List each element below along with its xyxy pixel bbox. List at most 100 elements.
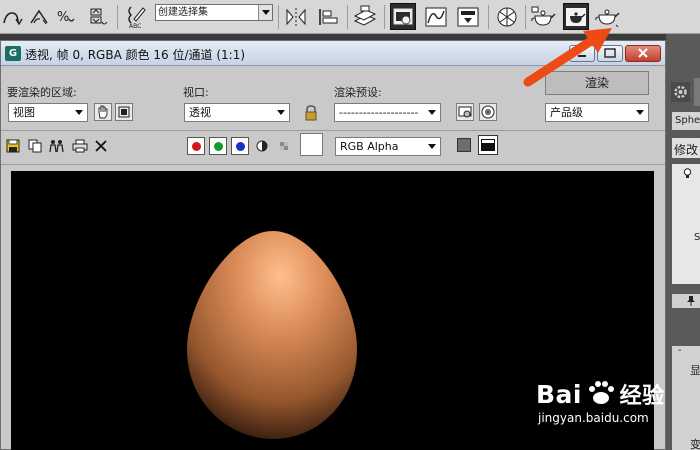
paw-icon	[588, 381, 614, 404]
baidu-watermark: Bai 经验 jingyan.baidu.com	[536, 378, 665, 425]
stack-item-letter: S	[694, 232, 700, 243]
alpha-channel-toggle[interactable]	[255, 139, 269, 153]
gear-icon	[674, 85, 687, 99]
material-editor-icon[interactable]	[494, 3, 520, 30]
red-dot-icon	[192, 142, 201, 151]
toolbar-separator	[347, 5, 348, 29]
command-panel: Sphe 修改 S - 显 变	[666, 34, 700, 450]
window-icon	[481, 139, 495, 151]
viewport-dropdown[interactable]: 透视	[184, 103, 290, 122]
hand-icon	[98, 105, 108, 119]
toolbar-separator	[117, 5, 118, 29]
toolbar-separator	[488, 5, 489, 29]
schematic-view-icon[interactable]	[455, 3, 481, 30]
chevron-down-icon	[428, 144, 436, 149]
lightbulb-icon	[683, 168, 692, 178]
display-channel-value: RGB Alpha	[340, 140, 399, 153]
print-image-button[interactable]	[72, 139, 88, 153]
mirror-icon[interactable]	[283, 3, 309, 30]
green-dot-icon	[214, 142, 223, 151]
modifier-list-label: 修改	[674, 143, 699, 157]
render-preset-value: --------------------	[339, 106, 419, 119]
svg-text:%: %	[57, 10, 69, 25]
viewport-value: 透视	[189, 106, 211, 119]
red-channel-toggle[interactable]	[187, 137, 205, 155]
area-to-render-value: 视图	[13, 106, 35, 119]
chevron-down-icon	[636, 110, 644, 115]
snap-icon[interactable]	[0, 3, 26, 30]
save-image-button[interactable]	[6, 139, 20, 153]
environment-icon	[481, 105, 495, 119]
auto-region-button[interactable]	[115, 103, 133, 121]
svg-text:ABC: ABC	[129, 23, 141, 29]
render-level-dropdown[interactable]: 产品级	[545, 103, 649, 122]
watermark-brand-cn: 经验	[619, 384, 665, 409]
divider	[1, 130, 665, 131]
copy-icon	[28, 139, 42, 153]
chevron-down-icon[interactable]	[258, 5, 272, 20]
copy-image-button[interactable]	[28, 139, 42, 153]
close-button[interactable]	[625, 45, 661, 62]
display-channel-dropdown[interactable]: RGB Alpha	[335, 137, 441, 156]
chevron-down-icon	[277, 110, 285, 115]
clear-image-button[interactable]	[94, 139, 108, 153]
area-to-render-dropdown[interactable]: 视图	[8, 103, 88, 122]
color-swatch[interactable]	[300, 133, 323, 156]
half-circle-icon	[256, 140, 268, 152]
window-title: 透视, 帧 0, RGBA 颜色 16 位/通道 (1:1)	[25, 48, 246, 62]
pin-stack-button[interactable]	[672, 294, 700, 308]
rollout-collapse-sign[interactable]: -	[678, 345, 682, 356]
spinner-snap-icon[interactable]	[85, 3, 111, 30]
toggle-ui-button[interactable]	[478, 135, 498, 155]
green-channel-toggle[interactable]	[209, 137, 227, 155]
divider	[1, 164, 665, 165]
edit-region-button[interactable]	[94, 103, 112, 121]
pin-icon	[687, 296, 695, 306]
monochrome-toggle[interactable]	[277, 139, 291, 153]
people-icon	[49, 140, 64, 153]
chevron-down-icon	[75, 110, 83, 115]
percent-snap-icon[interactable]: %	[53, 3, 79, 30]
rollout-label-transform: 变	[690, 438, 700, 450]
modifier-stack[interactable]: S	[672, 164, 700, 284]
environment-effects-button[interactable]	[479, 103, 497, 121]
printer-icon	[72, 139, 88, 153]
render-setup-icon	[458, 106, 472, 118]
modifier-list[interactable]: 修改	[672, 138, 700, 158]
render-preset-label: 渲染预设:	[334, 86, 382, 99]
angle-snap-icon[interactable]	[26, 3, 52, 30]
area-to-render-label: 要渲染的区域:	[7, 86, 77, 99]
toggle-ui-overlay-button[interactable]	[457, 138, 471, 152]
blue-channel-toggle[interactable]	[231, 137, 249, 155]
edit-named-selection-icon[interactable]: ABC	[124, 3, 150, 30]
chevron-down-icon	[428, 110, 436, 115]
render-setup-button[interactable]	[456, 103, 474, 121]
curve-editor-icon[interactable]	[423, 3, 449, 30]
parameters-rollout: - 显 变	[672, 345, 700, 450]
render-level-value: 产品级	[550, 106, 583, 119]
blue-dot-icon	[236, 142, 245, 151]
clone-window-button[interactable]	[49, 139, 64, 153]
close-icon	[638, 48, 648, 58]
annotation-arrow-icon	[523, 28, 612, 87]
selection-set-dropdown[interactable]: 创建选择集	[155, 4, 273, 21]
viewport-label: 视口:	[183, 86, 209, 99]
object-name-value: Sphe	[675, 115, 700, 126]
rollout-label-display: 显	[690, 364, 700, 377]
toolbar-separator	[384, 5, 385, 29]
panel-tab[interactable]	[694, 78, 700, 106]
object-name-field[interactable]: Sphe	[672, 112, 700, 130]
save-icon	[6, 139, 20, 153]
watermark-url: jingyan.baidu.com	[538, 411, 649, 425]
watermark-brand: Bai	[536, 380, 582, 409]
lock-icon[interactable]	[303, 104, 319, 122]
create-tab[interactable]	[671, 82, 690, 102]
render-preset-dropdown[interactable]: --------------------	[334, 103, 441, 122]
selection-set-value: 创建选择集	[158, 7, 208, 18]
app-logo-icon: G	[5, 46, 21, 61]
align-icon[interactable]	[315, 3, 341, 30]
layer-manager-icon[interactable]	[352, 3, 378, 30]
render-setup-icon[interactable]	[390, 3, 416, 30]
toolbar-separator	[278, 5, 279, 29]
region-frame-icon	[118, 106, 130, 118]
